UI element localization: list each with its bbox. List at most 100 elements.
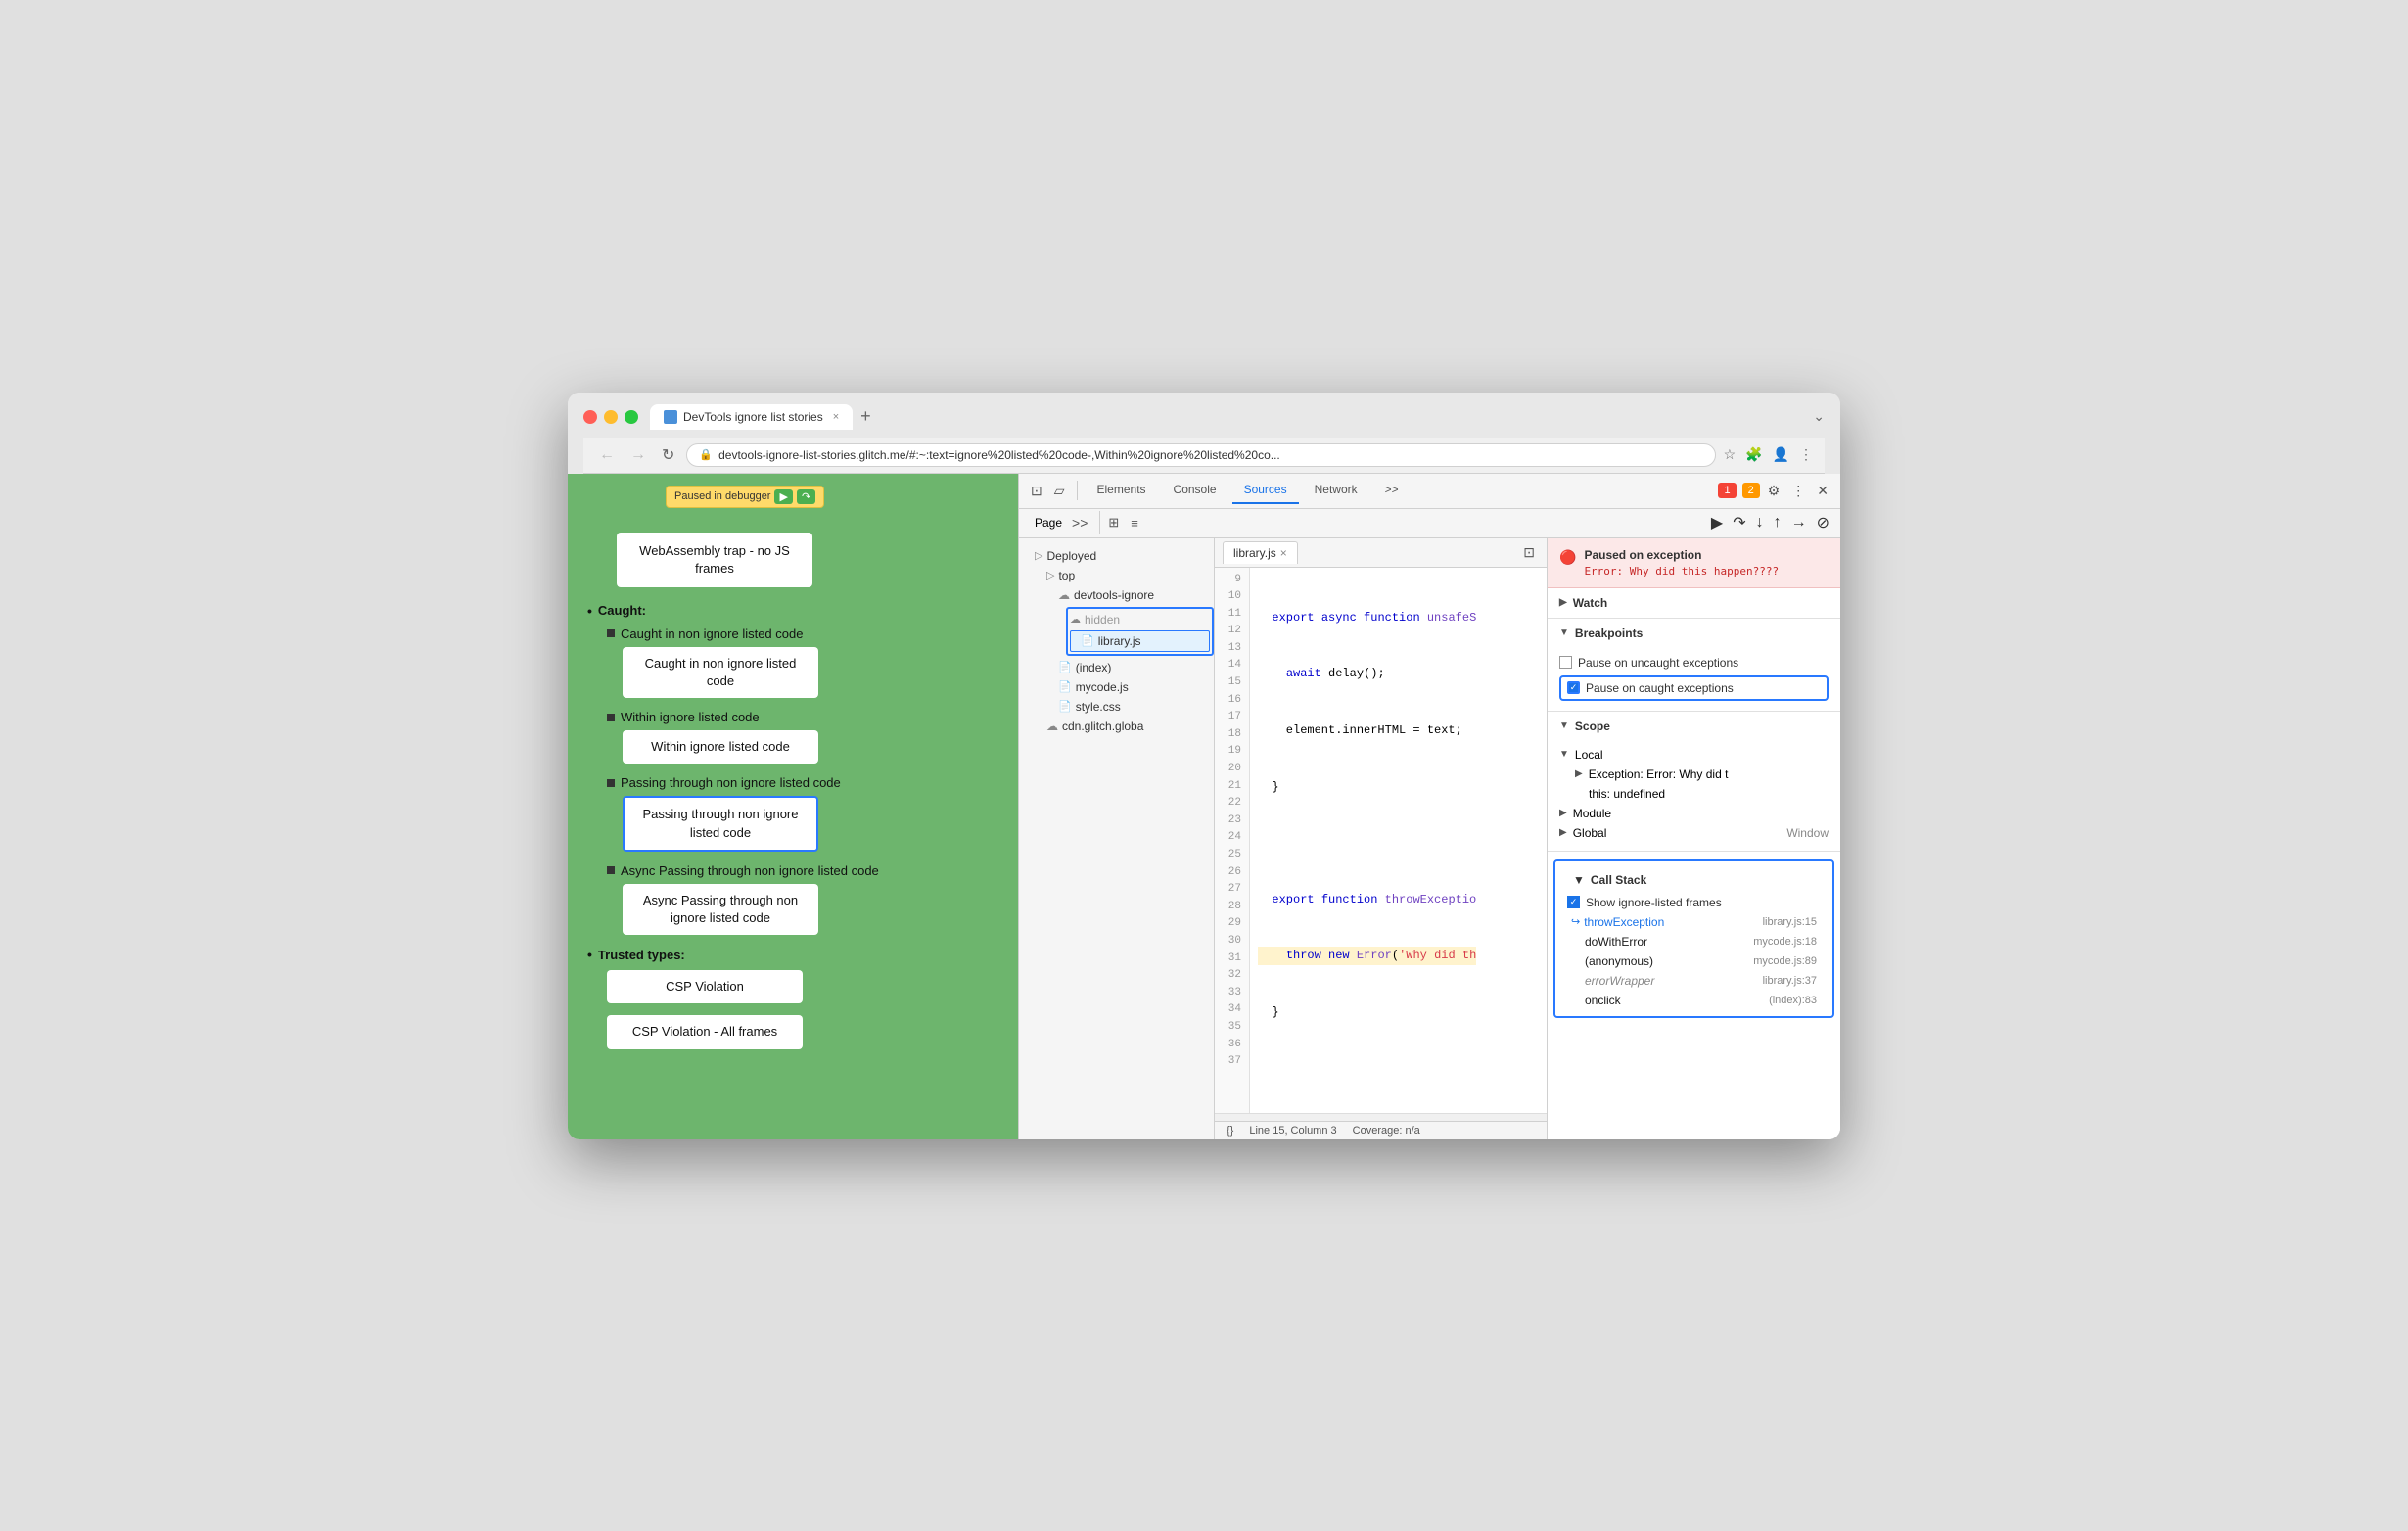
ft-style-icon: 📄 (1058, 700, 1072, 713)
close-button[interactable] (583, 410, 597, 424)
line-num-24: 24 (1223, 829, 1241, 847)
ft-library-js[interactable]: 📄 library.js (1070, 630, 1210, 652)
step-into-button[interactable]: ↓ (1753, 511, 1767, 534)
local-scope: ▼ Local (1559, 745, 1829, 765)
tab-overflow-chevron[interactable]: ⌄ (1813, 408, 1825, 425)
exception-chevron[interactable]: ▶ (1575, 768, 1583, 779)
ft-mycode-icon: 📄 (1058, 680, 1072, 693)
source-tab-close[interactable]: × (1280, 546, 1287, 560)
line-num-25: 25 (1223, 847, 1241, 864)
device-mode-button[interactable]: ▱ (1050, 479, 1069, 503)
trusted-types-text: Trusted types: (598, 948, 685, 962)
call-stack-header[interactable]: ▼ Call Stack (1561, 867, 1827, 893)
ft-file-icon: 📄 (1081, 634, 1094, 647)
ft-cdn-icon: ☁ (1046, 719, 1058, 733)
url-bar[interactable]: 🔒 devtools-ignore-list-stories.glitch.me… (686, 443, 1715, 467)
tab-console[interactable]: Console (1162, 477, 1228, 504)
step-button[interactable]: → (1788, 511, 1810, 534)
devtools-more-button[interactable]: ⋮ (1787, 479, 1809, 503)
watch-label: Watch (1573, 596, 1608, 610)
ft-top[interactable]: ▷ top (1019, 566, 1214, 585)
passing-label: Passing through non ignore listed code (607, 775, 998, 790)
ft-cloud-icon: ☁ (1058, 588, 1070, 602)
tab-elements[interactable]: Elements (1086, 477, 1158, 504)
filesystem-button[interactable]: ⊞ (1104, 511, 1123, 534)
breakpoints-header[interactable]: ▼ Breakpoints (1548, 619, 1840, 648)
code-line-11: element.innerHTML = text; (1258, 721, 1476, 740)
step-over-debugger[interactable]: ↷ (1730, 510, 1748, 535)
line-num-14: 14 (1223, 657, 1241, 674)
deactivate-breakpoints[interactable]: ⊘ (1814, 510, 1832, 535)
csp-violation-button[interactable]: CSP Violation (607, 970, 803, 1003)
forward-button[interactable]: → (626, 444, 650, 466)
horizontal-scrollbar[interactable] (1215, 1113, 1547, 1121)
stack-frame-1[interactable]: doWithError mycode.js:18 (1567, 932, 1821, 951)
tab-more[interactable]: >> (1373, 477, 1411, 504)
scope-header[interactable]: ▼ Scope (1548, 712, 1840, 741)
devtools-close-button[interactable]: ✕ (1813, 479, 1832, 503)
sidebar-toggle-button[interactable]: ≡ (1127, 512, 1142, 534)
show-ignore-checkbox[interactable] (1567, 896, 1580, 908)
line-num-16: 16 (1223, 692, 1241, 710)
ft-cdn-glitch[interactable]: ☁ cdn.glitch.globa (1019, 717, 1214, 736)
csp-all-frames-button[interactable]: CSP Violation - All frames (607, 1015, 803, 1048)
bookmark-icon[interactable]: ☆ (1724, 446, 1737, 463)
step-over-button[interactable]: ↷ (797, 489, 815, 504)
profile-icon[interactable]: 👤 (1773, 446, 1789, 463)
square-bullet4 (607, 866, 615, 874)
minimize-button[interactable] (604, 410, 618, 424)
format-icon[interactable]: {} (1227, 1125, 1233, 1137)
resume-button[interactable]: ▶ (774, 489, 792, 504)
global-chevron[interactable]: ▶ (1559, 827, 1567, 838)
code-line-16: } (1258, 1003, 1476, 1022)
scope-content: ▼ Local ▶ Exception: Error: Why did t th… (1548, 741, 1840, 851)
page-expand-button[interactable]: >> (1068, 511, 1091, 534)
watch-header[interactable]: ▶ Watch (1548, 588, 1840, 618)
stack-frame-0[interactable]: ↪ throwException library.js:15 (1567, 912, 1821, 932)
hidden-folder-highlight: ☁ hidden 📄 library.js (1066, 607, 1214, 656)
tab-sources[interactable]: Sources (1232, 477, 1299, 504)
extensions-icon[interactable]: 🧩 (1745, 446, 1762, 463)
ft-mycode-js[interactable]: 📄 mycode.js (1019, 677, 1214, 697)
tab-close-button[interactable]: × (833, 411, 839, 423)
source-tab-library[interactable]: library.js × (1223, 541, 1298, 564)
pause-uncaught-checkbox[interactable] (1559, 656, 1572, 669)
module-chevron[interactable]: ▶ (1559, 808, 1567, 818)
step-out-button[interactable]: ↑ (1771, 511, 1784, 534)
source-editor[interactable]: 9 10 11 12 13 14 15 16 17 18 19 (1215, 568, 1547, 1113)
trusted-types-label: • Trusted types: (587, 947, 998, 962)
settings-button[interactable]: ⚙ (1764, 479, 1784, 503)
passing-button[interactable]: Passing through non ignore listed code (623, 796, 818, 851)
line-num-17: 17 (1223, 709, 1241, 726)
page-label[interactable]: Page (1035, 516, 1062, 530)
stack-frame-2[interactable]: (anonymous) mycode.js:89 (1567, 951, 1821, 971)
new-tab-button[interactable]: + (860, 406, 871, 427)
ft-hidden[interactable]: ☁ hidden (1070, 610, 1210, 629)
stack-frame-3[interactable]: errorWrapper library.js:37 (1567, 971, 1821, 991)
inspect-element-button[interactable]: ⊡ (1027, 479, 1046, 503)
menu-icon[interactable]: ⋮ (1799, 446, 1813, 463)
fullscreen-button[interactable] (625, 410, 638, 424)
tab-network[interactable]: Network (1303, 477, 1369, 504)
ft-devtools-ignore[interactable]: ☁ devtools-ignore (1019, 585, 1214, 605)
ft-index[interactable]: 📄 (index) (1019, 658, 1214, 677)
local-chevron[interactable]: ▼ (1559, 749, 1569, 760)
stack-fn-1: doWithError (1571, 935, 1647, 949)
within-ignore-button[interactable]: Within ignore listed code (623, 730, 818, 764)
pause-caught-checkbox[interactable] (1567, 681, 1580, 694)
exception-banner: 🔴 Paused on exception Error: Why did thi… (1548, 538, 1840, 588)
active-tab[interactable]: DevTools ignore list stories × (650, 404, 853, 430)
reload-button[interactable]: ↻ (658, 443, 678, 467)
source-panel-expand[interactable]: ⊡ (1519, 540, 1539, 565)
async-passing-button[interactable]: Async Passing through non ignore listed … (623, 884, 818, 935)
back-button[interactable]: ← (595, 444, 619, 466)
resume-debugger-button[interactable]: ▶ (1708, 510, 1726, 535)
caught-non-ignore-button[interactable]: Caught in non ignore listed code (623, 647, 818, 698)
line-num-26: 26 (1223, 864, 1241, 882)
ft-deployed[interactable]: ▷ Deployed (1019, 546, 1214, 566)
line-num-15: 15 (1223, 674, 1241, 692)
ft-style-css[interactable]: 📄 style.css (1019, 697, 1214, 717)
async-passing-text: Async Passing through non ignore listed … (621, 863, 879, 878)
line-num-12: 12 (1223, 623, 1241, 640)
stack-frame-4[interactable]: onclick (index):83 (1567, 991, 1821, 1010)
